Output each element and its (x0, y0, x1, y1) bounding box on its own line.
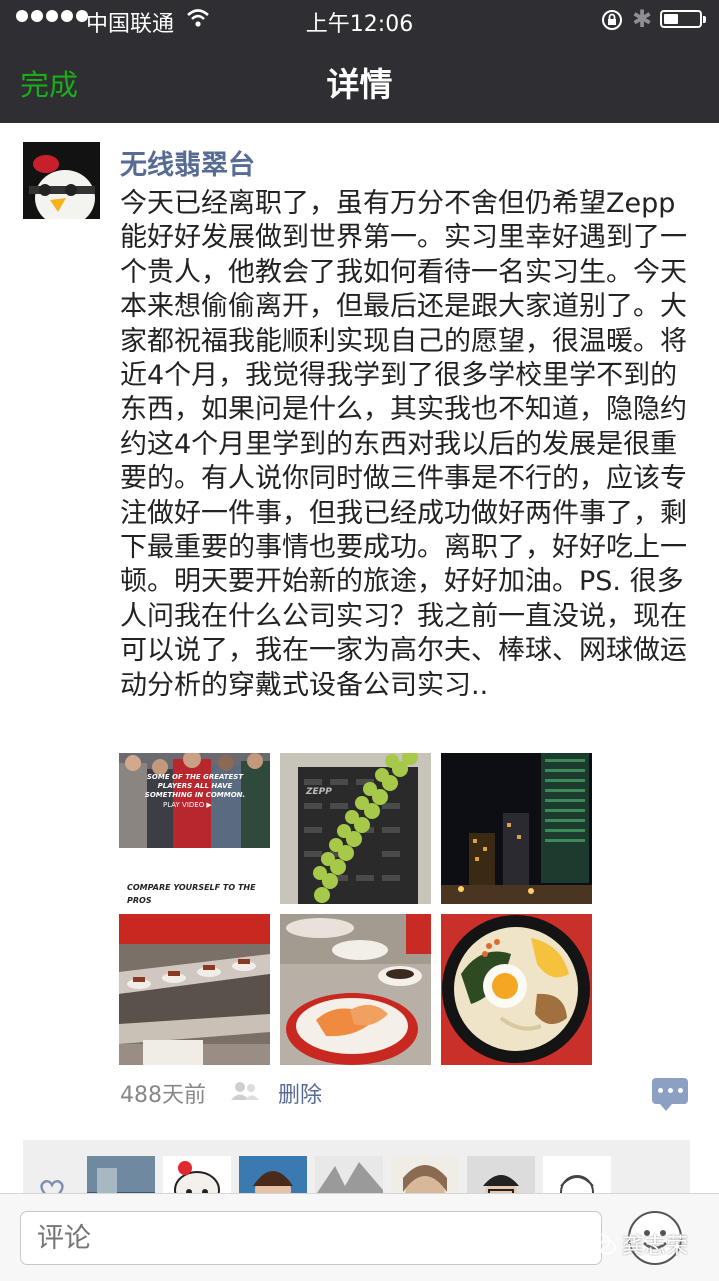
comment-icon[interactable] (652, 1078, 688, 1111)
liker-avatar[interactable] (315, 1156, 383, 1193)
liker-avatar[interactable] (87, 1156, 155, 1193)
photo-grid: SOME OF THE GREATEST PLAYERS ALL HAVE SO… (119, 753, 592, 1065)
bluetooth-icon: ✱ (632, 5, 653, 33)
moment-post: 无线翡翠台 今天已经离职了，虽有万分不舍但仍希望Zepp能好好发展做到世界第一。… (0, 123, 719, 1193)
avatar[interactable] (23, 142, 100, 219)
visibility-icon[interactable] (230, 1081, 260, 1105)
zepp-logo-text: ZEPP (306, 787, 332, 797)
sushi-plate-photo[interactable] (280, 914, 431, 1065)
post-text: 今天已经离职了，虽有万分不舍但仍希望Zepp能好好发展做到世界第一。实习里幸好遇… (120, 188, 687, 701)
ad-caption: COMPARE YOURSELF TO THE PROS (127, 883, 256, 904)
sushi-conveyor-photo[interactable] (119, 914, 270, 1065)
delete-button[interactable]: 删除 (278, 1077, 322, 1109)
heart-icon (39, 1178, 65, 1193)
status-bar: 中国联通 上午12:06 ✱ (0, 0, 719, 40)
watermark-text: 龚志荣 (622, 1234, 689, 1259)
watermark: 龚志荣 (590, 1228, 688, 1260)
ad-headline: SOME OF THE GREATEST PLAYERS ALL HAVE SO… (144, 773, 246, 799)
zepp-balloon-photo[interactable]: ZEPP (280, 753, 431, 904)
comment-input[interactable] (20, 1211, 602, 1265)
post-time: 488天前 (120, 1083, 206, 1108)
liker-avatar[interactable] (239, 1156, 307, 1193)
play-video-label[interactable]: PLAY VIDEO ▶ (163, 801, 212, 809)
page-title: 详情 (326, 65, 393, 104)
ramen-bowl-photo[interactable] (441, 914, 592, 1065)
zepp-ad-photo[interactable]: SOME OF THE GREATEST PLAYERS ALL HAVE SO… (119, 753, 270, 904)
liker-avatar[interactable] (163, 1156, 231, 1193)
liker-avatar[interactable] (543, 1156, 611, 1193)
likes-section (23, 1140, 690, 1193)
night-city-photo[interactable] (441, 753, 592, 904)
rotation-lock-icon (600, 8, 624, 38)
author-name[interactable]: 无线翡翠台 (120, 143, 255, 182)
liker-avatar[interactable] (391, 1156, 459, 1193)
top-bar: 中国联通 上午12:06 ✱ 完成 详情 (0, 0, 719, 123)
wechat-icon (590, 1233, 616, 1255)
battery-icon (660, 10, 706, 28)
liker-avatar[interactable] (467, 1156, 535, 1193)
